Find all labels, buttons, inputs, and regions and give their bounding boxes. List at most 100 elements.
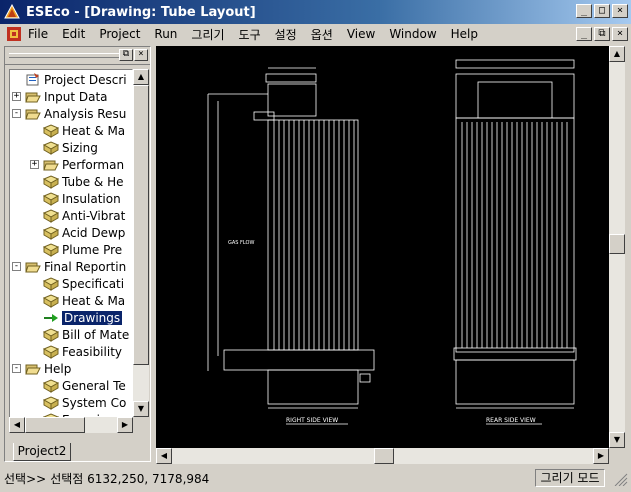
- canvas-hscroll-thumb[interactable]: [374, 448, 394, 464]
- tube-layout-drawing: RIGHT SIDE VIEW REAR SIDE VIEW GAS FLOW: [207, 59, 577, 425]
- app-logo-icon[interactable]: [4, 3, 20, 20]
- book-icon: [42, 242, 60, 257]
- canvas-scroll-down-button[interactable]: ▼: [609, 432, 625, 448]
- close-button[interactable]: ×: [612, 4, 628, 18]
- scroll-right-button[interactable]: ▶: [117, 417, 133, 433]
- folder-open-icon: [43, 158, 59, 172]
- tree-item[interactable]: Heat & Ma: [30, 122, 125, 139]
- book-icon: [42, 293, 60, 308]
- tree-item[interactable]: Project Descri: [12, 71, 127, 88]
- book-icon: [42, 344, 60, 359]
- menu-help[interactable]: Help: [451, 27, 486, 41]
- book-icon: [42, 225, 60, 240]
- scroll-down-button[interactable]: ▼: [133, 401, 149, 417]
- panel-close-button[interactable]: ×: [134, 49, 148, 61]
- scroll-thumb[interactable]: [133, 85, 149, 365]
- tree-item-label: Bill of Mate: [62, 327, 130, 342]
- tree-item-label: Analysis Resu: [44, 106, 127, 121]
- rear-tube-lines: [461, 122, 568, 348]
- canvas-vscrollbar[interactable]: ▲ ▼: [609, 46, 625, 448]
- tree-item-label: Drawings: [62, 310, 123, 325]
- canvas-scroll-up-button[interactable]: ▲: [609, 46, 625, 62]
- tree-item[interactable]: Heat & Ma: [30, 292, 125, 309]
- tree-item[interactable]: Drawings: [30, 309, 123, 326]
- tree-item-label: Acid Dewp: [62, 225, 126, 240]
- tab-project2[interactable]: Project2: [13, 443, 71, 461]
- expand-icon[interactable]: +: [12, 92, 21, 101]
- status-bar: 선택>> 선택점 6132,250, 7178,984 그리기 모드: [0, 468, 631, 488]
- mdi-minimize-button[interactable]: _: [576, 27, 592, 41]
- tree-item[interactable]: Specificati: [30, 275, 124, 292]
- resize-grip[interactable]: [611, 470, 629, 487]
- tree-item[interactable]: System Co: [30, 394, 126, 411]
- menu-options[interactable]: 옵션: [311, 26, 341, 43]
- scroll-corner: [609, 448, 625, 464]
- tree-hscrollbar[interactable]: ◀ ▶: [9, 417, 133, 433]
- tree-item[interactable]: Tube & He: [30, 173, 124, 190]
- menu-draw[interactable]: 그리기: [191, 26, 232, 43]
- book-icon: [42, 174, 60, 189]
- menu-file[interactable]: File: [28, 27, 56, 41]
- tree-item[interactable]: Plume Pre: [30, 241, 122, 258]
- tree-item[interactable]: General Te: [30, 377, 126, 394]
- canvas-hscrollbar[interactable]: ◀ ▶: [156, 448, 609, 464]
- hscroll-thumb[interactable]: [25, 417, 85, 433]
- menu-project[interactable]: Project: [99, 27, 148, 41]
- menu-view[interactable]: View: [347, 27, 383, 41]
- maximize-button[interactable]: □: [594, 4, 610, 18]
- tree-item[interactable]: Insulation: [30, 190, 121, 207]
- tree-item-label: Heat & Ma: [62, 293, 126, 308]
- tree-item-label: Insulation: [62, 191, 121, 206]
- mdi-close-button[interactable]: ×: [612, 27, 628, 41]
- menu-edit[interactable]: Edit: [62, 27, 93, 41]
- tree-item-label: Feasibility: [62, 344, 122, 359]
- top-dim-line-a: [265, 73, 317, 83]
- bottom-support: [267, 369, 359, 405]
- expand-icon[interactable]: +: [30, 160, 39, 169]
- tree-item[interactable]: + Input Data: [12, 88, 108, 105]
- drawing-canvas[interactable]: RIGHT SIDE VIEW REAR SIDE VIEW GAS FLOW: [156, 46, 609, 448]
- tree-item-label: System Co: [62, 395, 127, 410]
- tree-item-label: General Te: [62, 378, 126, 393]
- canvas-vscroll-thumb[interactable]: [609, 234, 625, 254]
- menu-settings[interactable]: 설정: [275, 26, 305, 43]
- menu-window[interactable]: Window: [389, 27, 444, 41]
- folder-open-icon: [25, 362, 41, 376]
- project-icon: [25, 72, 41, 87]
- window-title: ESEco - [Drawing: Tube Layout]: [26, 4, 256, 20]
- rear-bottom-plate: [453, 347, 577, 361]
- scroll-up-button[interactable]: ▲: [133, 69, 149, 85]
- tree-item[interactable]: + Performan: [30, 156, 124, 173]
- mdi-restore-button[interactable]: ⧉: [594, 27, 610, 41]
- collapse-icon[interactable]: -: [12, 262, 21, 271]
- panel-restore-button[interactable]: ⧉: [119, 49, 133, 61]
- tree-vscrollbar[interactable]: ▲ ▼: [133, 69, 149, 417]
- panel-grip[interactable]: [9, 53, 119, 58]
- tree-item[interactable]: Bill of Mate: [30, 326, 129, 343]
- scroll-left-button[interactable]: ◀: [9, 417, 25, 433]
- status-mode: 그리기 모드: [535, 469, 605, 487]
- book-icon: [42, 327, 60, 342]
- tree-item[interactable]: - Analysis Resu: [12, 105, 126, 122]
- book-icon: [42, 191, 60, 206]
- title-bar: ESEco - [Drawing: Tube Layout] _ □ ×: [0, 0, 631, 24]
- document-icon[interactable]: [6, 26, 22, 42]
- tree-item[interactable]: Sizing: [30, 139, 98, 156]
- collapse-icon[interactable]: -: [12, 364, 21, 373]
- arrow-icon: [43, 311, 59, 325]
- menu-run[interactable]: Run: [154, 27, 185, 41]
- tree-item[interactable]: Feasibility: [30, 343, 122, 360]
- minimize-button[interactable]: _: [576, 4, 592, 18]
- canvas-scroll-right-button[interactable]: ▶: [593, 448, 609, 464]
- canvas-scroll-left-button[interactable]: ◀: [156, 448, 172, 464]
- menu-tools[interactable]: 도구: [239, 26, 269, 43]
- tree-item[interactable]: Acid Dewp: [30, 224, 125, 241]
- tree-item-label: Sizing: [62, 140, 98, 155]
- tree-item[interactable]: Anti-Vibrat: [30, 207, 125, 224]
- tube-bundle-frame: [267, 119, 359, 351]
- tree-item[interactable]: - Help: [12, 360, 71, 377]
- tree-item[interactable]: - Final Reportin: [12, 258, 126, 275]
- project-tree: Project Descri + Input Data - Analysis Resu H…: [9, 69, 133, 433]
- tree-item-label: Anti-Vibrat: [62, 208, 126, 223]
- collapse-icon[interactable]: -: [12, 109, 21, 118]
